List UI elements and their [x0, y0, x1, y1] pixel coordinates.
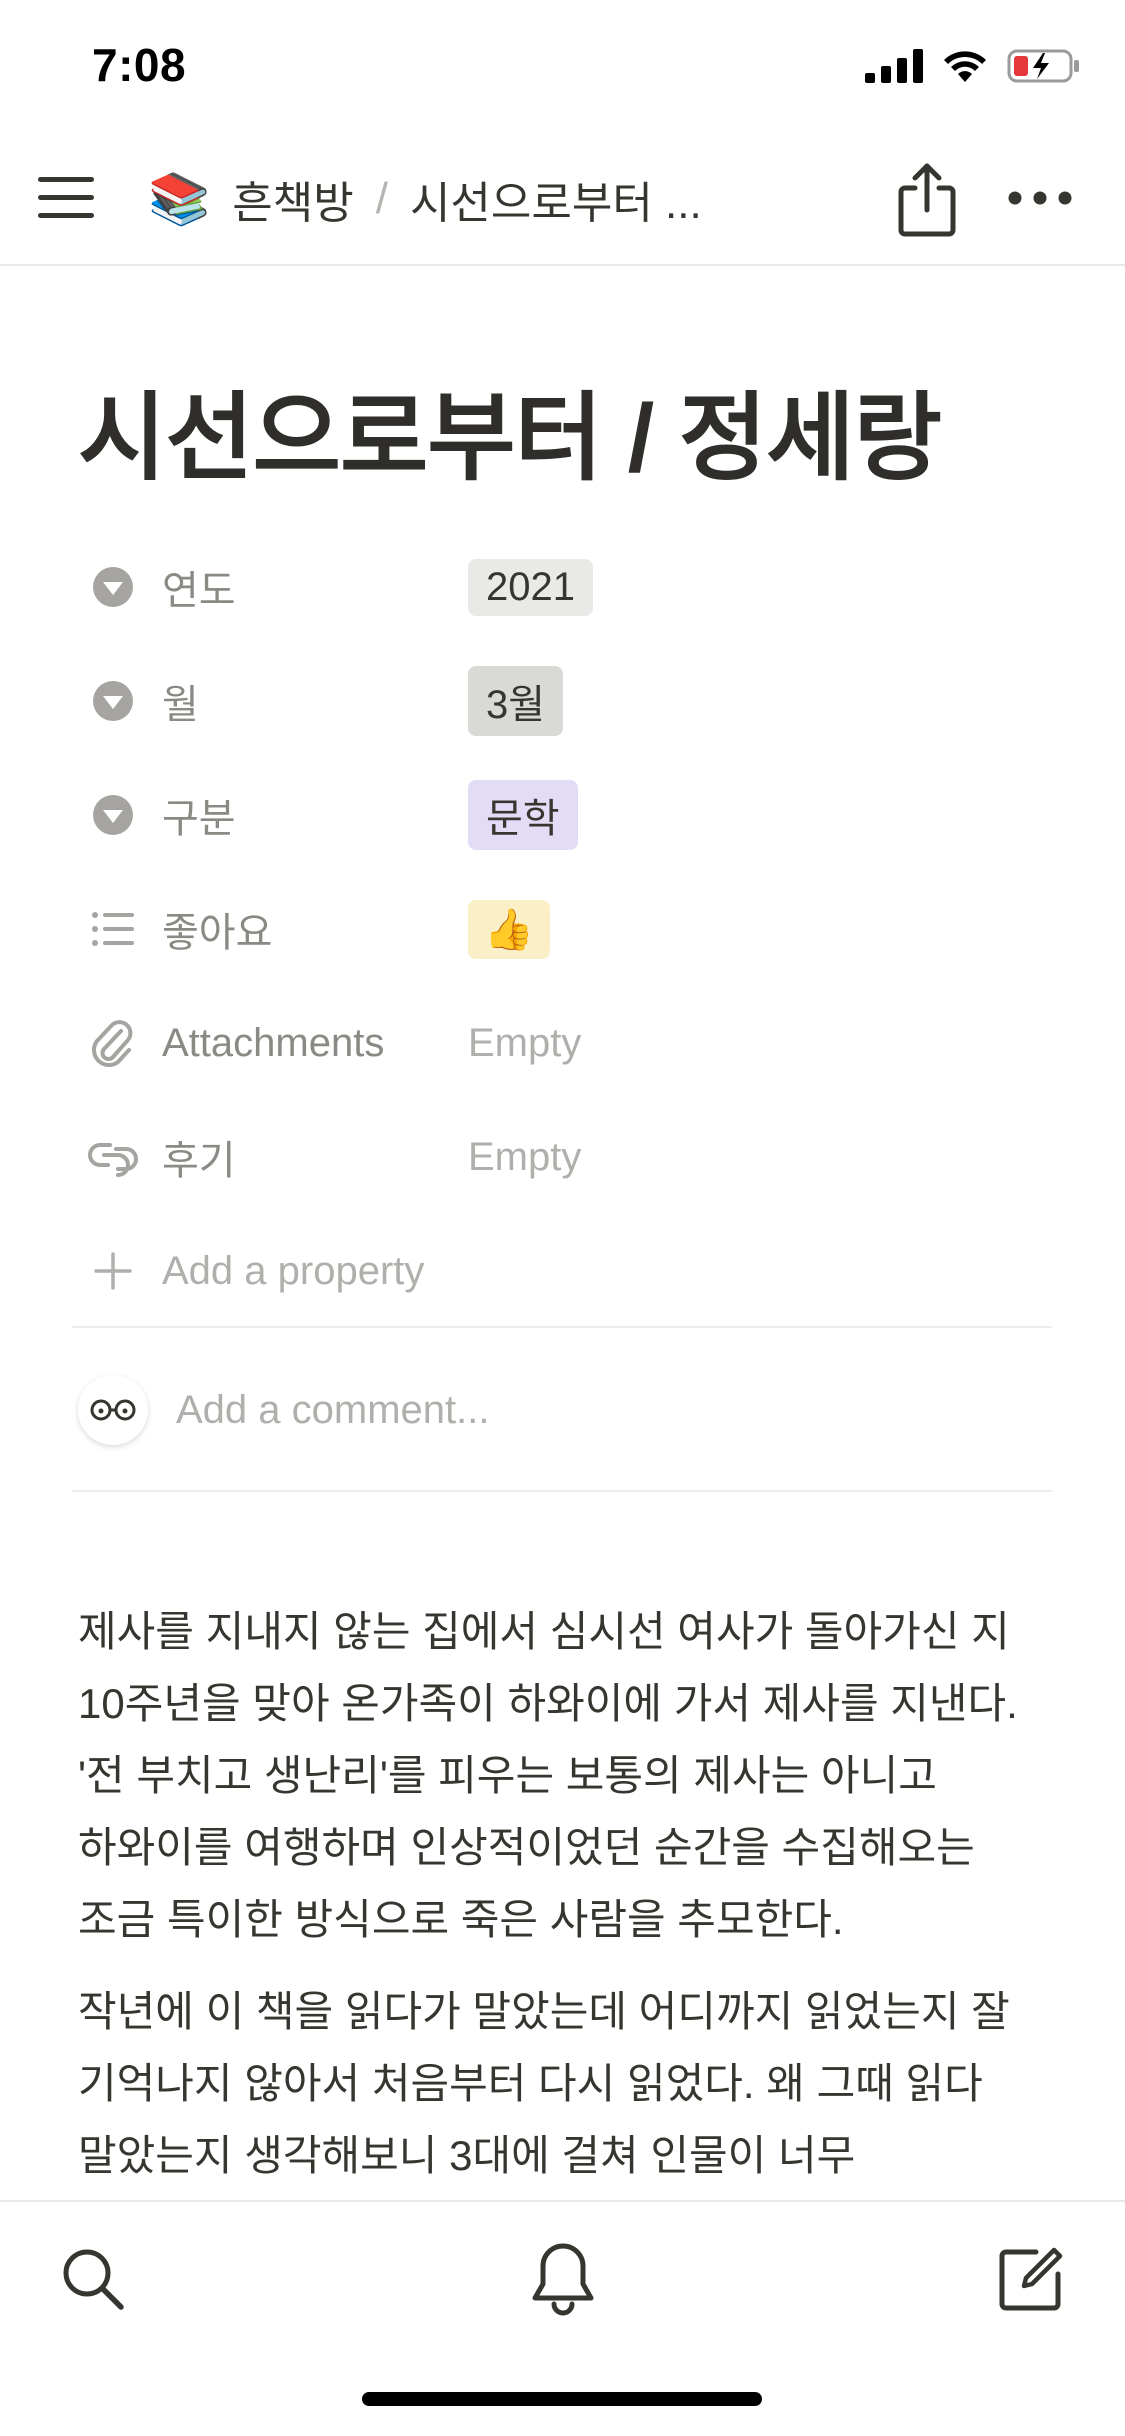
battery-icon — [1007, 49, 1079, 83]
year-tag[interactable]: 2021 — [468, 558, 593, 616]
select-icon — [78, 780, 148, 850]
breadcrumb-separator: / — [375, 174, 388, 223]
category-tag[interactable]: 문학 — [468, 780, 578, 850]
new-page-button[interactable] — [986, 2234, 1076, 2324]
bottom-tab-bar — [0, 2200, 1125, 2436]
attachments-empty[interactable]: Empty — [468, 1021, 581, 1066]
add-property-label: Add a property — [162, 1248, 425, 1293]
top-navigation: 📚 흔책방 / 시선으로부터 ... — [0, 132, 1125, 266]
share-button[interactable] — [892, 160, 962, 240]
body-paragraph[interactable]: 제사를 지내지 않는 집에서 심시선 여사가 돌아가신 지 10주년을 맞아 온… — [78, 1596, 1053, 1956]
body-paragraph[interactable]: 작년에 이 책을 읽다가 말았는데 어디까지 읽었는지 잘 기억나지 않아서 처… — [78, 1976, 1053, 2192]
page-title[interactable]: 시선으로부터 / 정세랑 — [78, 360, 942, 499]
property-year[interactable]: 연도 2021 — [78, 530, 1058, 644]
search-icon — [63, 2249, 124, 2310]
property-month[interactable]: 월 3월 — [78, 644, 1058, 758]
property-category[interactable]: 구분 문학 — [78, 758, 1058, 872]
cellular-signal-icon — [865, 49, 923, 83]
property-name: 월 — [162, 683, 199, 727]
wifi-icon — [944, 51, 986, 82]
comment-input[interactable]: Add a comment... — [176, 1388, 489, 1433]
property-likes[interactable]: 좋아요 👍 — [78, 872, 1058, 986]
paperclip-icon — [78, 1008, 148, 1078]
breadcrumb: 📚 흔책방 / 시선으로부터 ... — [148, 164, 702, 234]
property-review[interactable]: 후기 Empty — [78, 1100, 1058, 1214]
notifications-button[interactable] — [518, 2234, 608, 2324]
properties-list: 연도 2021 월 3월 구분 문학 좋아요 👍 Attachments Emp… — [78, 530, 1058, 1328]
divider — [72, 1326, 1052, 1328]
property-attachments[interactable]: Attachments Empty — [78, 986, 1058, 1100]
divider — [72, 1490, 1052, 1492]
list-icon — [78, 894, 148, 964]
add-property-button[interactable]: Add a property — [78, 1214, 1058, 1328]
books-icon: 📚 — [148, 170, 211, 227]
search-button[interactable] — [48, 2234, 138, 2324]
select-icon — [78, 552, 148, 622]
compose-icon — [999, 2247, 1063, 2311]
review-empty[interactable]: Empty — [468, 1135, 581, 1180]
thumbs-up-tag[interactable]: 👍 — [468, 899, 550, 959]
property-name: 후기 — [162, 1139, 236, 1183]
plus-icon — [78, 1236, 148, 1306]
property-name: Attachments — [162, 1020, 385, 1065]
status-icons — [865, 48, 1081, 84]
avatar — [78, 1375, 148, 1445]
month-tag[interactable]: 3월 — [468, 666, 564, 736]
bell-icon — [532, 2243, 594, 2316]
home-indicator — [362, 2392, 762, 2406]
menu-button[interactable] — [36, 168, 96, 228]
comment-row[interactable]: Add a comment... — [78, 1370, 489, 1450]
page-body[interactable]: 제사를 지내지 않는 집에서 심시선 여사가 돌아가신 지 10주년을 맞아 온… — [78, 1596, 1053, 2212]
breadcrumb-root[interactable]: 흔책방 — [232, 167, 353, 231]
relation-icon — [78, 1122, 148, 1192]
property-name: 좋아요 — [162, 911, 273, 955]
status-bar: 7:08 — [0, 0, 1125, 132]
more-options-button[interactable] — [1004, 168, 1076, 228]
hamburger-icon — [38, 177, 94, 218]
breadcrumb-current[interactable]: 시선으로부터 ... — [410, 167, 702, 231]
share-icon — [898, 163, 956, 237]
status-time: 7:08 — [92, 39, 187, 91]
property-name: 구분 — [162, 797, 236, 841]
select-icon — [78, 666, 148, 736]
more-dots-icon — [1008, 191, 1072, 205]
property-name: 연도 — [162, 569, 236, 613]
